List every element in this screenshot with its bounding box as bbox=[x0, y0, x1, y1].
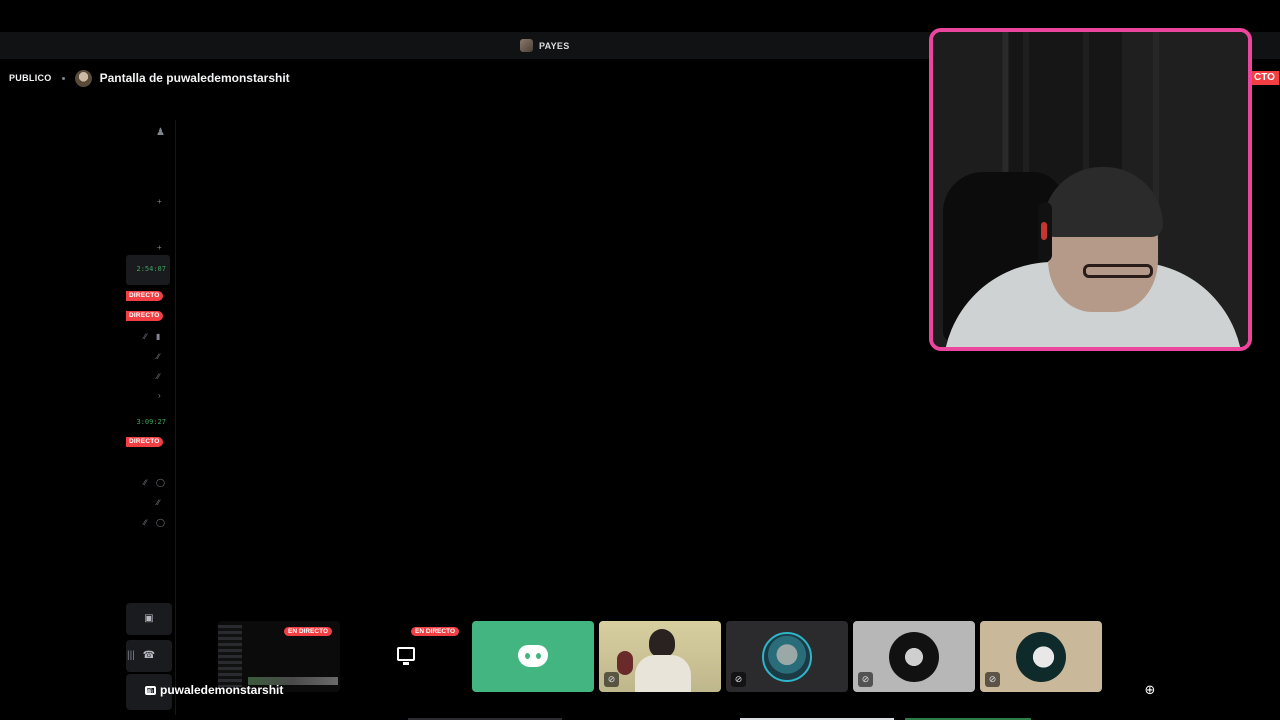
stream-title: Pantalla de puwaledemonstarshit bbox=[99, 71, 290, 85]
participant-tile-screen[interactable]: EN DIRECTO bbox=[345, 621, 467, 692]
live-badge-corner: CTO bbox=[1250, 71, 1279, 85]
live-badge: DIRECTO bbox=[126, 311, 163, 321]
screen-icon-stand bbox=[403, 662, 409, 665]
streamer-name-overlay: puwaledemonstarshit bbox=[145, 683, 283, 697]
screen-icon bbox=[145, 685, 156, 695]
participant-avatar bbox=[1016, 631, 1066, 682]
live-badge: DIRECTO bbox=[126, 437, 163, 447]
discord-logo-eye bbox=[536, 653, 541, 659]
mic-muted-icon: ∕∕ bbox=[144, 478, 147, 487]
discord-logo-icon bbox=[518, 645, 548, 667]
chevron-right-icon[interactable]: › bbox=[158, 391, 161, 400]
camera-icon: ▮ bbox=[156, 332, 161, 341]
mic-muted-icon: ∕∕ bbox=[157, 372, 160, 381]
video-person-body bbox=[635, 655, 691, 692]
add-person-icon[interactable]: ♟ bbox=[156, 128, 165, 138]
participant-tile-discord[interactable] bbox=[472, 621, 594, 692]
video-person-head bbox=[649, 629, 675, 657]
participant-avatar bbox=[889, 631, 939, 682]
deafen-icon: ◯ bbox=[156, 478, 165, 487]
participant-tile-avatar[interactable]: ⊘ bbox=[726, 621, 848, 692]
server-avatar bbox=[520, 39, 533, 52]
webcam-person-headset bbox=[1038, 202, 1052, 262]
stream-header: PUBLICO Pantalla de puwaledemonstarshit bbox=[0, 68, 290, 88]
add-icon-2[interactable]: + bbox=[157, 243, 162, 252]
screen-icon bbox=[397, 647, 415, 661]
participant-tile-avatar[interactable]: ⊘ bbox=[853, 621, 975, 692]
stream-preview bbox=[218, 625, 242, 687]
mic-muted-icon: ⊘ bbox=[985, 672, 1000, 687]
streamer-name: puwaledemonstarshit bbox=[160, 683, 284, 697]
screen-share-button[interactable]: ▣ bbox=[126, 603, 172, 635]
mic-muted-icon: ∕∕ bbox=[157, 352, 160, 361]
stream-timer: 2:54:07 bbox=[126, 255, 170, 285]
mic-muted-icon: ⊘ bbox=[731, 672, 746, 687]
server-name: PAYES bbox=[539, 40, 570, 51]
server-chip[interactable]: PAYES bbox=[520, 39, 570, 52]
add-icon[interactable]: + bbox=[157, 197, 162, 206]
soundboard-icon[interactable]: ||| bbox=[127, 651, 135, 661]
deafen-icon: ◯ bbox=[156, 518, 165, 527]
streamer-avatar bbox=[74, 69, 92, 87]
participant-tile-stream[interactable]: EN DIRECTO bbox=[218, 621, 340, 692]
video-person-bg bbox=[617, 651, 633, 675]
pip-webcam-window[interactable] bbox=[929, 28, 1252, 351]
live-tag: EN DIRECTO bbox=[411, 627, 459, 636]
mic-muted-icon: ⊘ bbox=[604, 672, 619, 687]
participant-tile-video[interactable]: ⊘ bbox=[599, 621, 721, 692]
participant-avatar bbox=[762, 631, 812, 682]
participant-tile-avatar[interactable]: ⊘ bbox=[980, 621, 1102, 692]
mic-muted-icon: ∕∕ bbox=[144, 332, 147, 341]
mic-muted-icon: ⊘ bbox=[858, 672, 873, 687]
webcam-person-glasses bbox=[1083, 264, 1153, 278]
mic-muted-icon: ∕∕ bbox=[144, 518, 147, 527]
live-badge: DIRECTO bbox=[126, 291, 163, 301]
visibility-label: PUBLICO bbox=[9, 73, 52, 83]
mic-muted-icon: ∕∕ bbox=[157, 498, 160, 507]
stream-timer: 3:09:27 bbox=[136, 418, 166, 426]
separator-dot bbox=[61, 76, 65, 80]
discord-logo-eye bbox=[525, 653, 530, 659]
zoom-in-icon[interactable]: ⊕ bbox=[1142, 682, 1158, 698]
live-tag: EN DIRECTO bbox=[284, 627, 332, 636]
